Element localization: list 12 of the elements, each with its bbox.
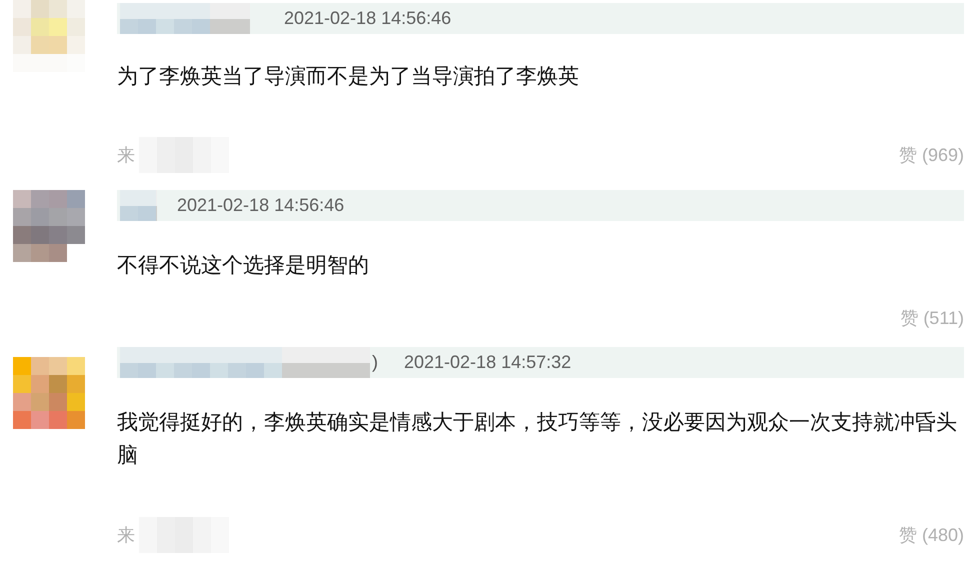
username-fragment: )	[372, 352, 378, 373]
like-count[interactable]: 赞 (480)	[898, 523, 964, 547]
source-label: 来	[117, 144, 135, 167]
comment-text: 我觉得挺好的，李焕英确实是情感大于剧本，技巧等等，没必要因为观众一次支持就冲昏头脑	[117, 410, 958, 469]
timestamp: 2021-02-18 14:57:32	[404, 352, 572, 373]
comment-text: 为了李焕英当了导演而不是为了当导演拍了李焕英	[117, 64, 580, 90]
timestamp: 2021-02-18 14:56:46	[284, 8, 452, 29]
comment-text: 不得不说这个选择是明智的	[117, 253, 370, 279]
timestamp: 2021-02-18 14:56:46	[177, 195, 344, 216]
like-count[interactable]: 赞 (969)	[898, 143, 964, 167]
like-count[interactable]: 赞 (511)	[900, 306, 964, 330]
source-label: 来	[117, 524, 135, 547]
